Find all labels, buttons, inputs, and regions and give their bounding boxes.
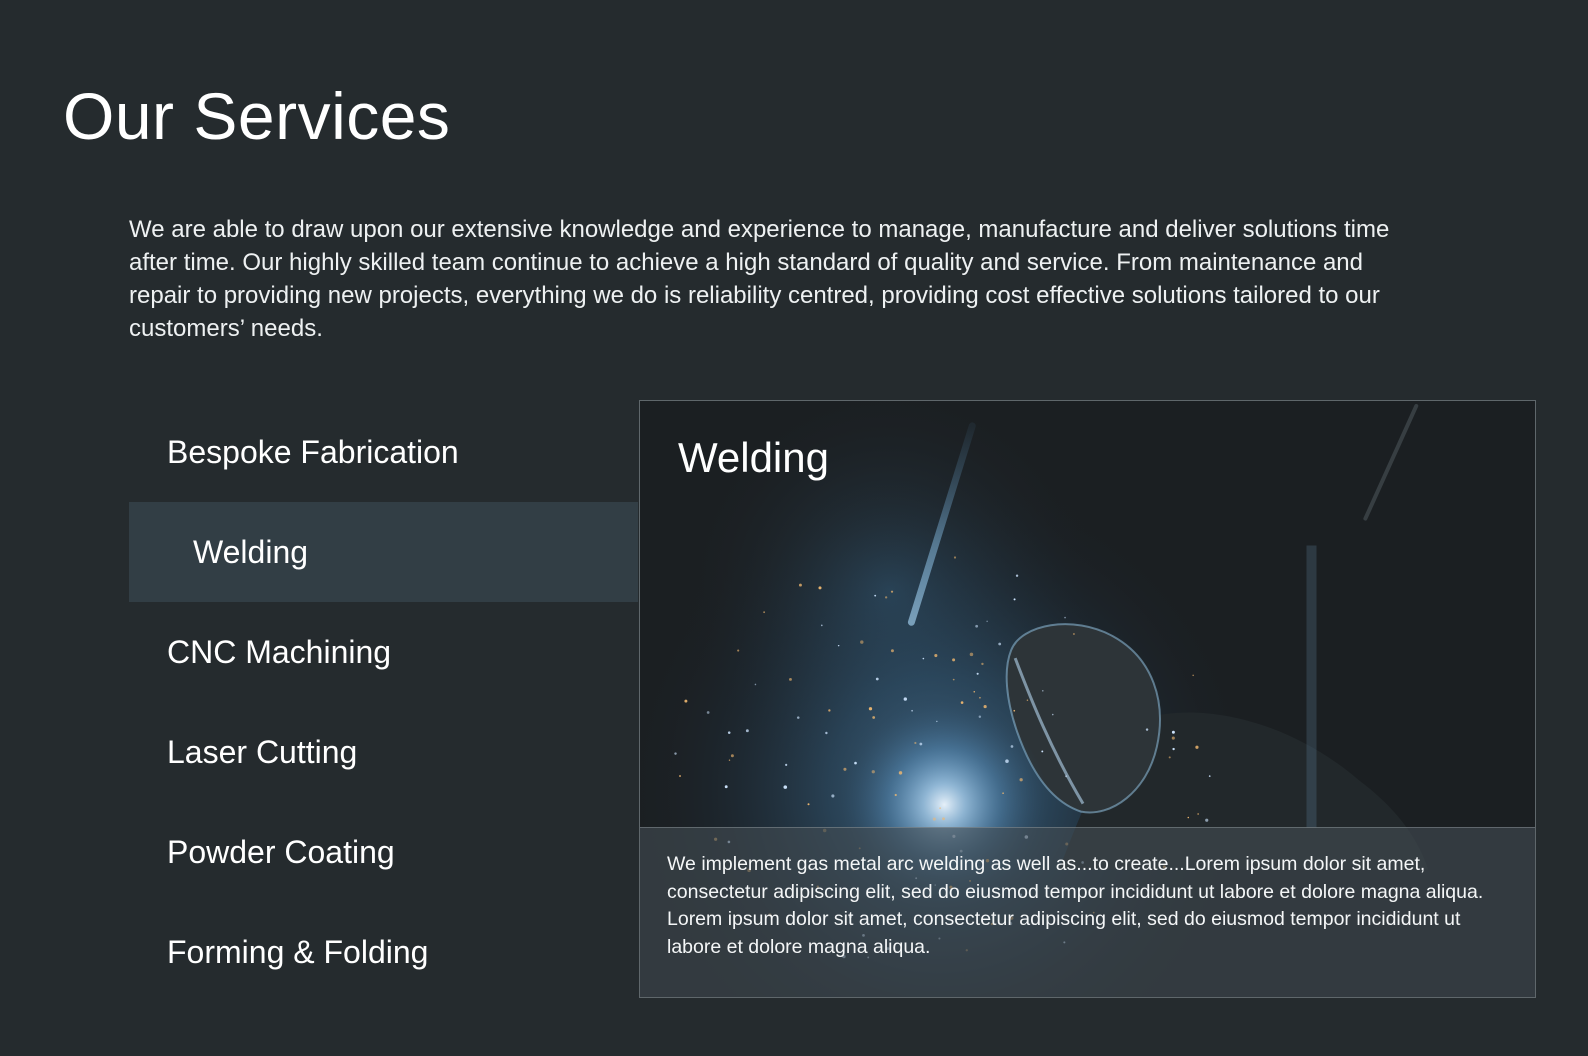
spark — [737, 649, 740, 652]
spark — [727, 731, 731, 734]
spark — [986, 620, 988, 623]
spark — [1171, 730, 1175, 734]
spark — [952, 658, 956, 662]
spark — [914, 741, 917, 745]
spark — [939, 807, 942, 810]
spark — [684, 699, 688, 703]
spark — [1172, 747, 1175, 751]
spark — [1013, 709, 1016, 712]
spark — [763, 611, 766, 614]
spark — [1042, 690, 1044, 692]
spark — [868, 707, 873, 711]
service-detail-panel: Welding We implement gas metal arc weldi… — [639, 400, 1536, 998]
spark — [828, 709, 831, 712]
spark — [1168, 756, 1171, 759]
spark — [679, 775, 681, 777]
spark — [807, 803, 810, 806]
spark — [934, 653, 938, 658]
spark — [745, 729, 749, 733]
spark — [1065, 775, 1068, 778]
service-detail-description: We implement gas metal arc welding as we… — [640, 827, 1535, 997]
spark — [1019, 778, 1023, 782]
spark — [871, 770, 875, 774]
spark — [960, 701, 964, 704]
spark — [975, 624, 979, 628]
spark — [874, 594, 877, 597]
spark — [1041, 750, 1044, 753]
spark — [796, 716, 800, 719]
spark — [1197, 813, 1200, 815]
spark — [754, 683, 757, 686]
spark — [706, 711, 710, 714]
spark — [978, 715, 982, 718]
spark — [854, 761, 857, 765]
spark — [890, 590, 894, 593]
spark — [894, 793, 897, 797]
spark — [1205, 818, 1209, 822]
service-item-powder-coating[interactable]: Powder Coating — [129, 802, 638, 902]
spark — [890, 649, 894, 653]
spark — [1208, 775, 1211, 777]
service-item-cnc-machining[interactable]: CNC Machining — [129, 602, 638, 702]
spark — [976, 672, 979, 675]
spark — [674, 752, 677, 755]
spark — [783, 785, 788, 789]
spark — [885, 596, 888, 599]
page-title: Our Services — [63, 79, 451, 153]
spark — [831, 794, 835, 798]
spark — [1051, 713, 1054, 716]
services-menu: Bespoke Fabrication Welding CNC Machinin… — [129, 402, 638, 1002]
service-item-bespoke-fabrication[interactable]: Bespoke Fabrication — [129, 402, 638, 502]
spark — [998, 642, 1002, 646]
spark — [969, 652, 974, 657]
spark — [825, 731, 828, 735]
spark — [860, 640, 864, 644]
spark — [1010, 745, 1014, 748]
spark — [843, 767, 847, 771]
spark — [936, 720, 938, 723]
spark — [724, 785, 728, 789]
spark — [1171, 736, 1175, 740]
spark — [1026, 699, 1029, 701]
spark — [1064, 616, 1066, 619]
service-item-forming-folding[interactable]: Forming & Folding — [129, 902, 638, 1002]
spark — [1013, 598, 1016, 601]
spark — [973, 690, 976, 693]
spark — [932, 817, 936, 821]
spark — [983, 704, 987, 709]
spark — [1145, 728, 1149, 731]
spark — [818, 586, 822, 590]
spark — [952, 678, 955, 681]
spark — [979, 696, 981, 699]
spark — [942, 817, 945, 821]
spark — [981, 662, 984, 666]
spark — [911, 709, 913, 712]
spark — [898, 771, 903, 775]
spark — [922, 657, 925, 660]
spark — [820, 624, 823, 627]
spark — [1072, 633, 1075, 636]
spark — [728, 759, 731, 761]
spark — [1187, 816, 1190, 819]
spark — [903, 697, 907, 701]
spark — [730, 754, 734, 758]
spark — [798, 583, 802, 587]
spark — [953, 556, 957, 559]
intro-paragraph: We are able to draw upon our extensive k… — [129, 216, 1390, 342]
service-item-laser-cutting[interactable]: Laser Cutting — [129, 702, 638, 802]
spark — [1195, 745, 1199, 749]
service-detail-title: Welding — [678, 434, 829, 481]
spark — [875, 677, 879, 681]
spark — [789, 677, 792, 681]
spark — [1192, 674, 1194, 677]
spark — [785, 763, 788, 766]
spark — [837, 644, 840, 647]
spark — [1002, 792, 1004, 795]
spark — [919, 742, 923, 746]
spark — [872, 716, 876, 719]
service-item-welding[interactable]: Welding — [129, 502, 638, 602]
spark — [1005, 759, 1009, 763]
spark — [1015, 574, 1019, 577]
